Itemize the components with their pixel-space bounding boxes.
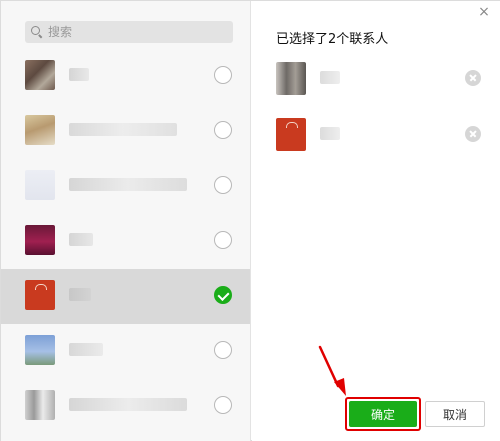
contact-row[interactable]	[1, 379, 250, 434]
selected-contact-avatar	[276, 118, 306, 151]
contact-name-redacted	[69, 123, 177, 136]
close-icon[interactable]: ×	[477, 5, 491, 19]
contact-avatar	[25, 115, 55, 145]
select-radio[interactable]	[214, 341, 232, 359]
selected-contact-name-redacted	[320, 71, 340, 84]
select-radio-checked[interactable]	[214, 286, 232, 304]
contact-name-redacted	[69, 68, 89, 81]
select-radio[interactable]	[214, 176, 232, 194]
contact-list	[1, 49, 250, 434]
remove-contact-icon[interactable]	[465, 70, 481, 86]
contact-name-redacted	[69, 233, 93, 246]
contact-name-redacted	[69, 178, 187, 191]
contact-avatar	[25, 170, 55, 200]
select-radio[interactable]	[214, 396, 232, 414]
selected-contact-item	[252, 58, 500, 98]
selected-count-title: 已选择了2个联系人	[276, 32, 389, 47]
contact-row-selected[interactable]	[1, 269, 250, 324]
select-radio[interactable]	[214, 121, 232, 139]
selected-contacts-panel: × 已选择了2个联系人 确定 取消	[252, 1, 500, 441]
contact-avatar	[25, 335, 55, 365]
select-radio[interactable]	[214, 66, 232, 84]
contact-name-redacted	[69, 288, 91, 301]
search-box[interactable]	[25, 21, 233, 43]
contact-avatar	[25, 225, 55, 255]
selected-contact-item	[252, 114, 500, 154]
search-input[interactable]	[48, 25, 218, 39]
selected-contact-avatar	[276, 62, 306, 95]
contact-name-redacted	[69, 343, 103, 356]
remove-contact-icon[interactable]	[465, 126, 481, 142]
confirm-button[interactable]: 确定	[349, 401, 417, 427]
contact-list-panel	[1, 1, 251, 441]
contact-row[interactable]	[1, 159, 250, 214]
select-contacts-dialog: × 已选择了2个联系人 确定 取消	[0, 0, 500, 441]
contact-row[interactable]	[1, 324, 250, 379]
contact-avatar	[25, 60, 55, 90]
contact-avatar	[25, 280, 55, 310]
contact-row[interactable]	[1, 49, 250, 104]
contact-avatar	[25, 390, 55, 420]
contact-row[interactable]	[1, 214, 250, 269]
contact-row[interactable]	[1, 104, 250, 159]
select-radio[interactable]	[214, 231, 232, 249]
cancel-button[interactable]: 取消	[425, 401, 485, 427]
contact-name-redacted	[69, 398, 187, 411]
selected-contact-name-redacted	[320, 127, 340, 140]
search-icon	[31, 26, 43, 38]
